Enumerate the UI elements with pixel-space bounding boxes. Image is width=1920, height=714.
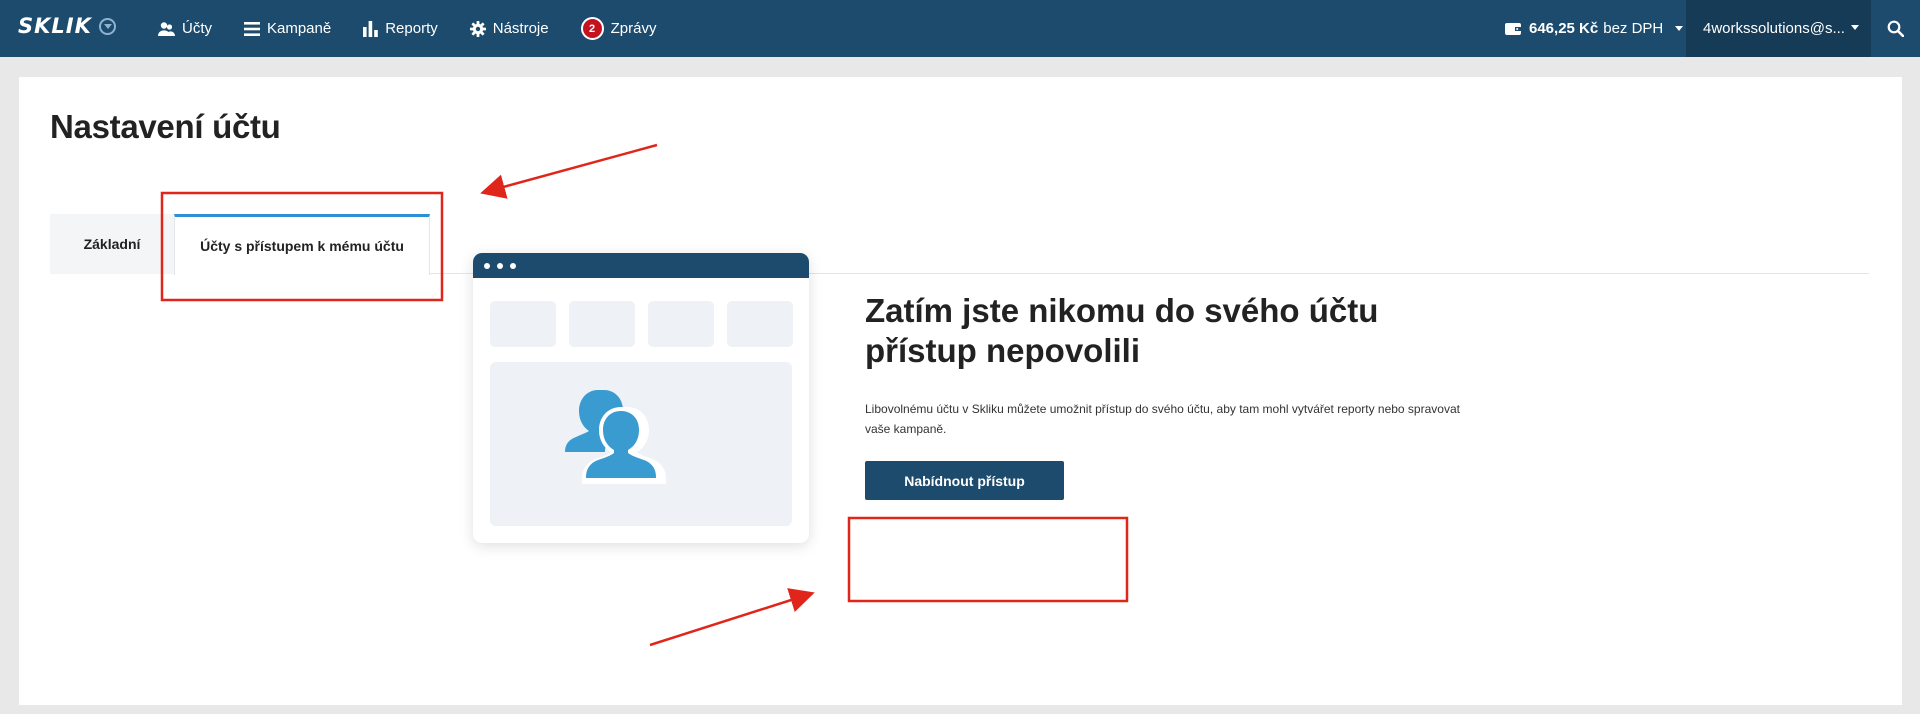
illustration-window-bar [473, 253, 809, 278]
illustration-panel [490, 362, 792, 526]
illustration-tile [648, 301, 714, 347]
nav-item-campaigns[interactable]: Kampaně [244, 0, 331, 57]
main-nav: Účty Kampaně Reporty Nástroje 2 Zprávy [158, 0, 688, 57]
window-dot [497, 262, 503, 269]
content-card: Nastavení účtu Základní Účty s přístupem… [19, 77, 1902, 705]
nav-item-tools[interactable]: Nástroje [469, 0, 549, 57]
users-icon [158, 21, 175, 36]
search-icon [1887, 20, 1904, 37]
nav-label: Zprávy [610, 20, 657, 37]
search-button[interactable] [1871, 0, 1920, 57]
account-name: 4workssolutions@s... [1703, 20, 1845, 37]
nav-label: Nástroje [492, 20, 549, 37]
notification-badge: 2 [580, 17, 604, 40]
empty-state-title: Zatím jste nikomu do svého účtu přístup … [865, 292, 1379, 369]
nav-label: Kampaně [267, 20, 332, 37]
credit-suffix: bez DPH [1603, 20, 1664, 37]
account-menu[interactable]: 4workssolutions@s... [1686, 0, 1871, 57]
chevron-down-icon [1675, 26, 1684, 31]
credit-amount: 646,25 Kč [1529, 20, 1599, 37]
sklik-logo[interactable]: SKLIK [18, 14, 116, 38]
logo-text: SKLIK [18, 14, 92, 38]
window-dot [510, 262, 516, 269]
illustration-tiles [490, 301, 806, 347]
offer-access-button[interactable]: Nabídnout přístup [865, 461, 1064, 500]
credit-balance[interactable]: 646,25 Kč bez DPH [1505, 0, 1684, 57]
nav-label: Účty [182, 20, 212, 37]
empty-state-illustration [473, 253, 809, 543]
illustration-tile [727, 301, 793, 347]
users-icon [565, 390, 666, 484]
gear-icon [469, 20, 486, 37]
top-navigation-bar: SKLIK Účty Kampaně Reporty Nástroje 2 Zp… [0, 0, 1920, 57]
list-icon [244, 21, 260, 36]
wallet-icon [1505, 22, 1521, 35]
nav-item-messages[interactable]: 2 Zprávy [580, 0, 657, 57]
nav-label: Reporty [385, 20, 438, 37]
tab-bar: Základní Účty s přístupem k mému účtu [50, 214, 1869, 275]
illustration-tile [569, 301, 635, 347]
tab-accounts-with-access[interactable]: Účty s přístupem k mému účtu [174, 214, 430, 275]
illustration-tile [490, 301, 556, 347]
chevron-down-icon [1851, 25, 1859, 30]
tab-basic[interactable]: Základní [50, 214, 174, 274]
empty-state-description: Libovolnému účtu v Skliku můžete umožnit… [865, 402, 1460, 436]
logo-dropdown-icon[interactable] [98, 17, 116, 35]
page-title: Nastavení účtu [50, 108, 281, 145]
bar-chart-icon [363, 20, 379, 37]
nav-item-accounts[interactable]: Účty [158, 0, 212, 57]
nav-item-reports[interactable]: Reporty [363, 0, 438, 57]
window-dot [484, 262, 490, 269]
